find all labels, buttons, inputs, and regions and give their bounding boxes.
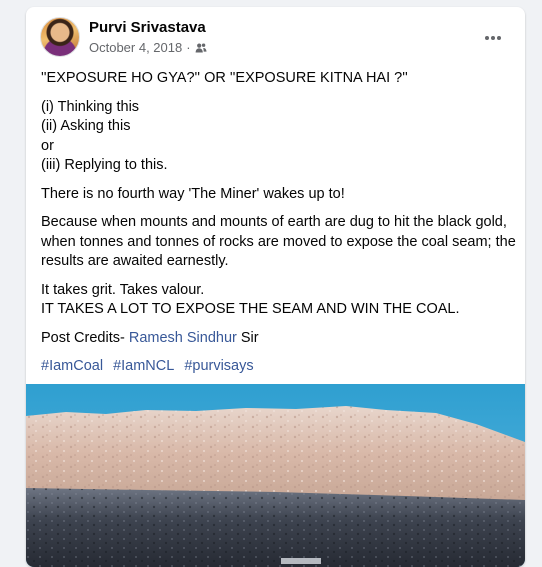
post-date[interactable]: October 4, 2018 [89, 40, 182, 55]
post-meta: October 4, 2018 · [89, 40, 207, 55]
author-name[interactable]: Purvi Srivastava [89, 19, 206, 36]
avatar[interactable] [40, 17, 80, 57]
post-paragraph: There is no fourth way 'The Miner' wakes… [41, 185, 345, 202]
post-credits: Post Credits- Ramesh Sindhur Sir [41, 329, 516, 349]
credits-suffix: Sir [240, 329, 259, 346]
hashtag-link[interactable]: #purvisays [184, 358, 253, 374]
more-options-button[interactable] [475, 23, 511, 51]
post-line: (iii) Replying to this. [41, 157, 168, 173]
more-horizontal-icon [484, 28, 502, 46]
credits-prefix: Post Credits- [41, 329, 125, 346]
hashtags: #IamCoal #IamNCL #purvisays [41, 357, 516, 377]
post-list: (i) Thinking this (ii) Asking this or (i… [41, 98, 516, 176]
post-headline: ''EXPOSURE HO GYA?'' OR ''EXPOSURE KITNA… [41, 70, 408, 86]
credits-profile-link[interactable]: Ramesh Sindhur [129, 330, 237, 346]
hashtag-link[interactable]: #IamNCL [113, 358, 174, 374]
post-card: Purvi Srivastava October 4, 2018 · ''EXP… [26, 7, 525, 567]
post-text: ''EXPOSURE HO GYA?'' OR ''EXPOSURE KITNA… [41, 69, 516, 386]
meta-separator: · [186, 40, 191, 55]
post-line: It takes grit. Takes valour. [41, 281, 205, 298]
post-line: IT TAKES A LOT TO EXPOSE THE SEAM AND WI… [41, 301, 460, 317]
post-photo[interactable] [26, 384, 525, 567]
post-paragraph: Because when mounts and mounts of earth … [41, 214, 516, 269]
post-line: or [41, 137, 54, 154]
friends-icon[interactable] [195, 42, 207, 54]
post-header: Purvi Srivastava October 4, 2018 · [40, 17, 511, 61]
hashtag-link[interactable]: #IamCoal [41, 358, 103, 374]
post-paragraph-group: It takes grit. Takes valour. IT TAKES A … [41, 281, 516, 320]
post-line: (i) Thinking this [41, 98, 140, 115]
post-line: (ii) Asking this [41, 118, 131, 134]
